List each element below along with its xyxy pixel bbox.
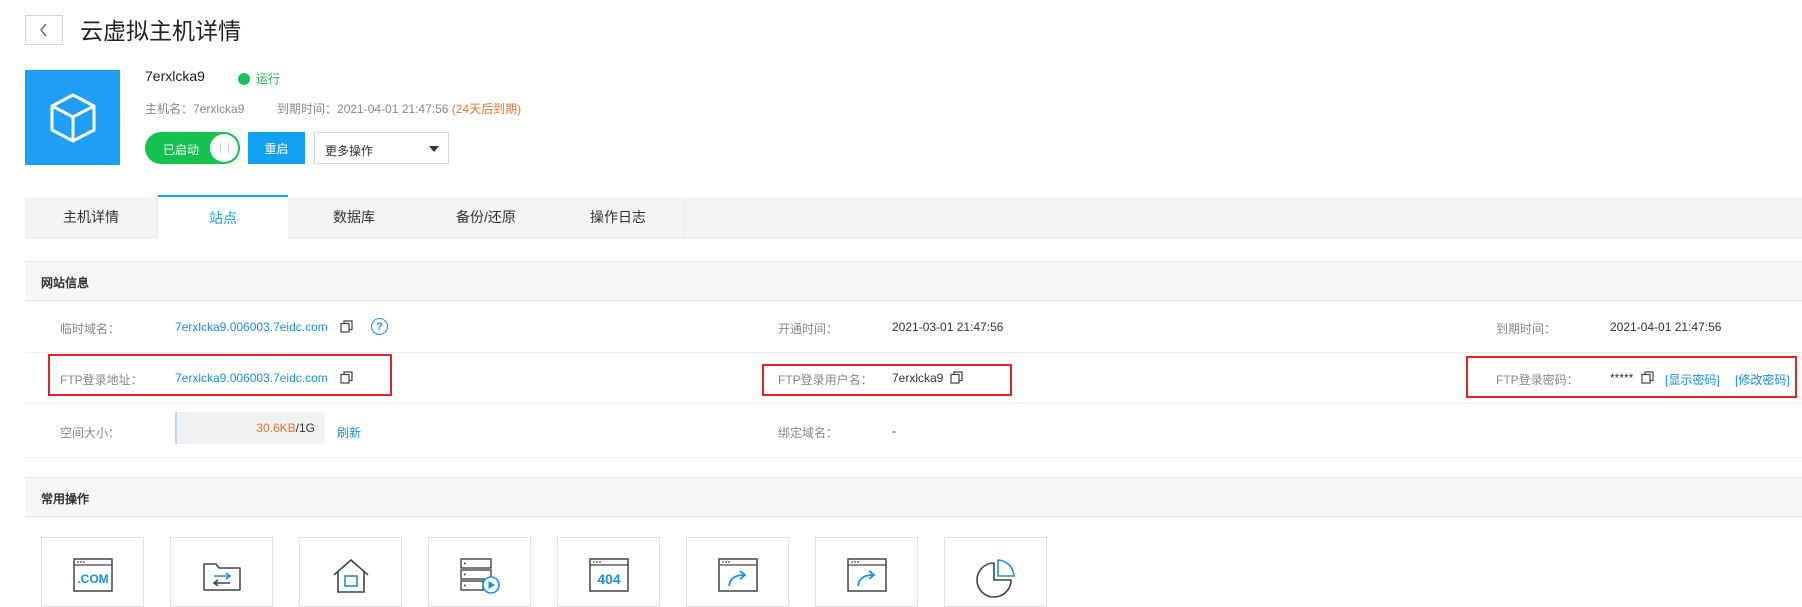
host-meta-name-value: 7erxlcka9	[193, 102, 245, 116]
ftp-address-label: FTP登录地址：	[60, 373, 143, 387]
copy-icon[interactable]	[340, 320, 353, 333]
show-password-link[interactable]: [显示密码]	[1665, 371, 1720, 388]
temp-domain-label: 临时域名：	[60, 322, 121, 336]
temp-domain-link[interactable]: 7erxlcka9.006003.7eidc.com	[175, 320, 328, 334]
op-tile-redirect-alt[interactable]	[815, 537, 918, 607]
host-meta-name-label: 主机名：	[145, 102, 194, 116]
op-tile-statistics[interactable]	[944, 537, 1047, 607]
ftp-password-label: FTP登录密码：	[1496, 373, 1579, 387]
folder-transfer-icon	[202, 563, 241, 591]
tab-database[interactable]: 数据库	[288, 197, 420, 237]
host-name: 7erxlcka9	[145, 68, 205, 84]
tab-bar: 主机详情 站点 数据库 备份/还原 操作日志	[25, 195, 1802, 238]
op-tile-redirect[interactable]	[686, 537, 789, 607]
row-divider	[25, 457, 1802, 458]
space-used-value: 30.6KB	[256, 421, 296, 435]
space-total-value: /1G	[295, 421, 315, 435]
toggle-knob	[210, 134, 238, 162]
status-badge: 运行	[238, 70, 280, 87]
space-usage-text: 30.6KB/1G	[256, 421, 315, 435]
copy-icon[interactable]	[950, 371, 963, 384]
common-ops-header: 常用操作	[25, 477, 1802, 517]
host-cube-logo	[25, 70, 120, 165]
change-password-link[interactable]: [修改密码]	[1735, 371, 1790, 388]
op-tile-file-transfer[interactable]	[170, 537, 273, 607]
copy-icon[interactable]	[340, 371, 353, 384]
bind-domain-label: 绑定域名：	[778, 426, 839, 440]
expire-time-label: 到期时间：	[1496, 322, 1557, 336]
ftp-user-value: 7erxlcka9	[892, 371, 944, 385]
redirect-icon	[846, 558, 887, 592]
home-icon	[332, 559, 369, 593]
restart-button[interactable]: 重启	[248, 132, 305, 164]
server-play-icon	[459, 558, 500, 594]
op-tile-homepage[interactable]	[299, 537, 402, 607]
tab-backup-restore[interactable]: 备份/还原	[420, 197, 552, 237]
more-actions-label: 更多操作	[325, 144, 374, 158]
status-text: 运行	[256, 72, 281, 86]
copy-icon[interactable]	[1641, 371, 1654, 384]
tab-sites[interactable]: 站点	[158, 195, 288, 238]
ftp-address-link[interactable]: 7erxlcka9.006003.7eidc.com	[175, 371, 328, 385]
ftp-user-label: FTP登录用户名：	[778, 373, 873, 387]
404-icon-text: 404	[597, 571, 621, 587]
row-divider	[25, 403, 1802, 404]
knob-grip-icon	[219, 143, 229, 153]
common-ops-title: 常用操作	[41, 492, 90, 506]
space-usage-bar: 30.6KB/1G	[175, 412, 325, 444]
com-icon-text: .COM	[77, 572, 108, 586]
cube-icon	[50, 93, 95, 142]
space-size-label: 空间大小：	[60, 426, 121, 440]
open-time-value: 2021-03-01 21:47:56	[892, 320, 1004, 334]
404-icon: 404	[588, 558, 629, 592]
host-meta-expire-value: 2021-04-01 21:47:56	[337, 102, 449, 116]
op-tile-domain[interactable]: .COM	[41, 537, 144, 607]
power-toggle-label: 已启动	[163, 143, 200, 157]
help-icon[interactable]: ?	[371, 318, 388, 335]
open-time-label: 开通时间：	[778, 322, 839, 336]
bind-domain-value: -	[892, 424, 896, 438]
site-info-header: 网站信息	[25, 261, 1802, 301]
row-divider	[25, 352, 1802, 353]
com-icon: .COM	[72, 558, 113, 592]
tab-divider	[684, 197, 685, 237]
back-button[interactable]	[25, 15, 63, 45]
tab-host-details[interactable]: 主机详情	[25, 197, 157, 237]
host-meta-expire: 到期时间：2021-04-01 21:47:56 (24天后到期)	[277, 100, 521, 117]
expire-time-value: 2021-04-01 21:47:56	[1610, 320, 1722, 334]
host-meta-expire-label: 到期时间：	[277, 102, 338, 116]
page-title: 云虚拟主机详情	[80, 18, 241, 44]
refresh-link[interactable]: 刷新	[337, 424, 361, 441]
power-toggle[interactable]: 已启动	[145, 132, 240, 164]
host-meta-expire-warning: (24天后到期)	[451, 102, 522, 116]
caret-down-icon	[429, 146, 439, 152]
op-tile-server-run[interactable]	[428, 537, 531, 607]
redirect-icon	[717, 558, 758, 592]
site-info-title: 网站信息	[41, 276, 90, 290]
status-dot-icon	[238, 72, 250, 85]
tab-operation-log[interactable]: 操作日志	[552, 197, 684, 237]
ftp-password-value: *****	[1610, 371, 1634, 385]
more-actions-select[interactable]: 更多操作	[314, 132, 449, 164]
chevron-left-icon	[40, 23, 47, 37]
host-meta-name: 主机名：7erxlcka9	[145, 100, 244, 117]
pie-chart-icon	[975, 559, 1015, 598]
op-tile-404-page[interactable]: 404	[557, 537, 660, 607]
